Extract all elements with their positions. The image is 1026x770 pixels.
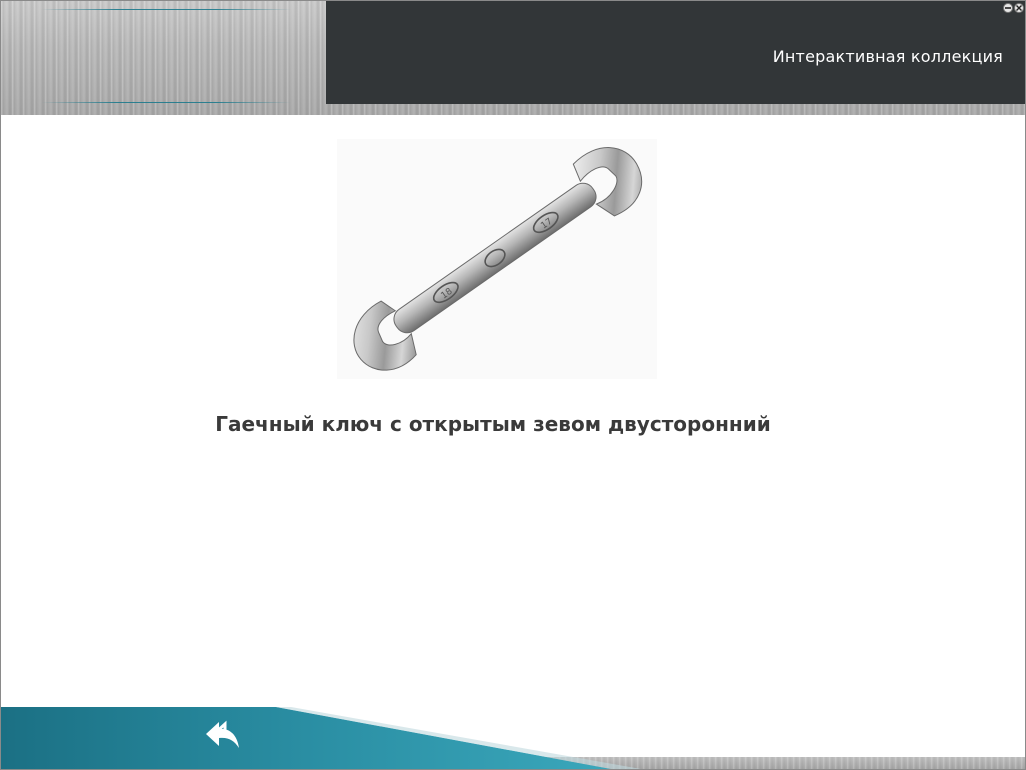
app-title: Интерактивная коллекция	[772, 47, 1003, 66]
back-button[interactable]	[201, 716, 247, 756]
close-icon[interactable]	[1014, 3, 1024, 13]
header-accent-line	[41, 102, 291, 103]
footer-teal-band	[1, 707, 641, 769]
wrench-photo: 18 17	[337, 139, 657, 379]
header-accent-line	[41, 9, 291, 10]
item-caption: Гаечный ключ с открытым зевом двусторонн…	[215, 412, 771, 436]
title-panel: Интерактивная коллекция	[326, 1, 1025, 104]
back-arrow-icon	[206, 720, 239, 748]
minimize-icon[interactable]	[1003, 3, 1013, 13]
app-window: Интерактивная коллекция 18 17 Гаечный кл…	[0, 0, 1026, 770]
